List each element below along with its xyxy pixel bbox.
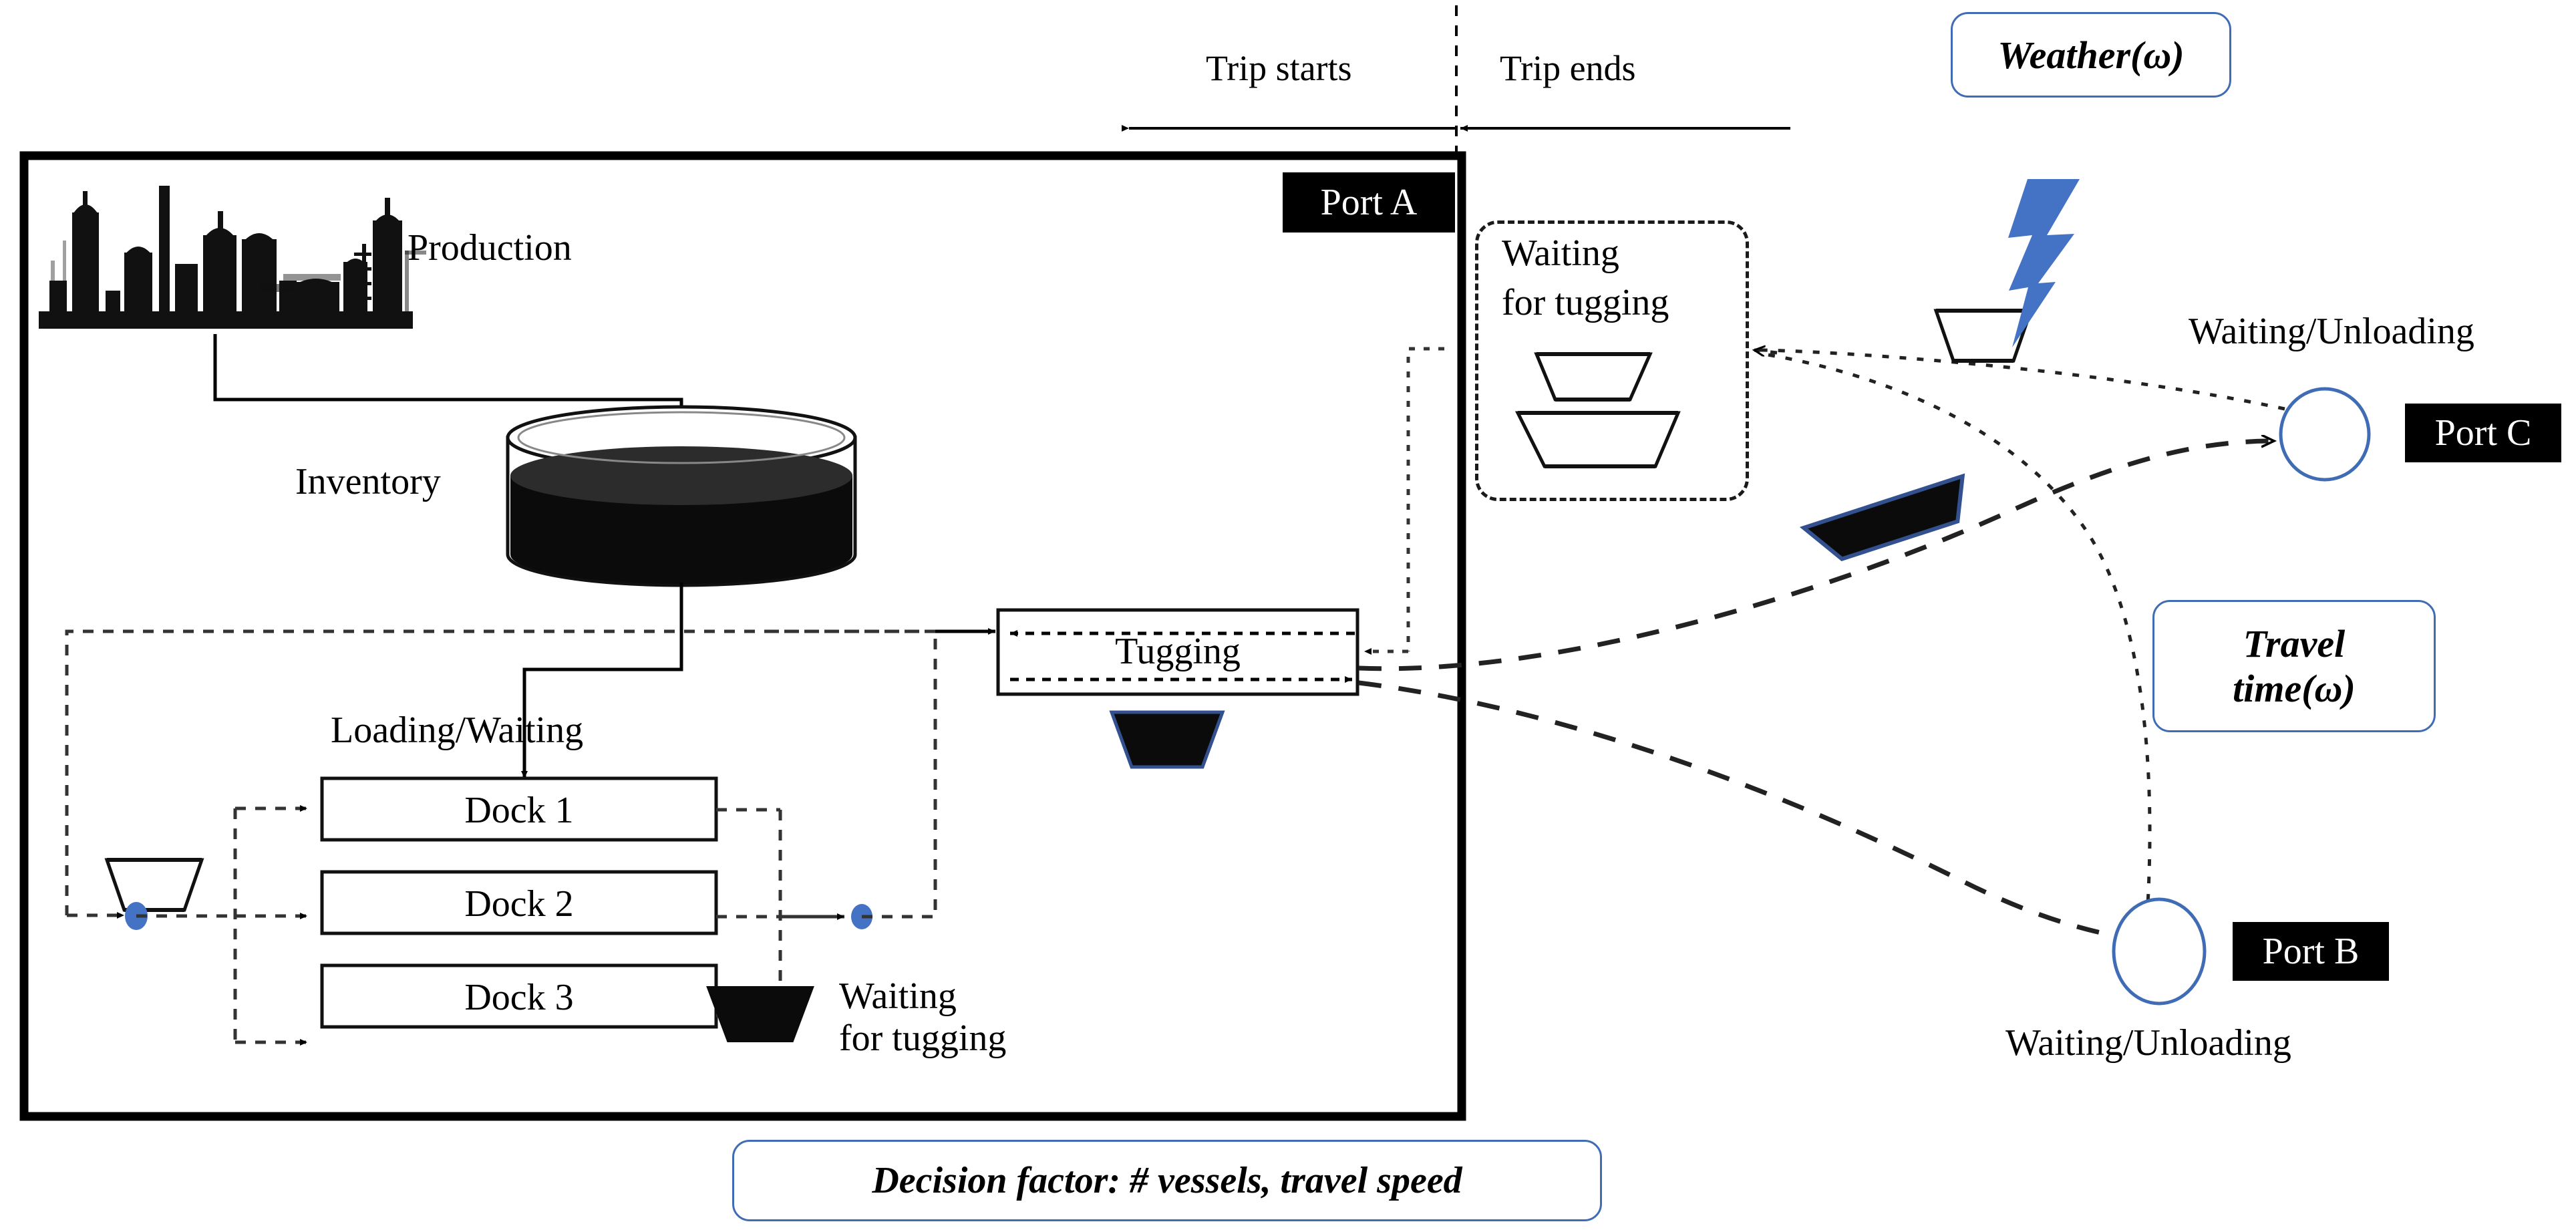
- vessel-loaded-icon-tugging: [1109, 710, 1225, 769]
- trip-starts-label: Trip starts: [1206, 48, 1352, 88]
- production-to-inventory-connector: [213, 334, 685, 418]
- waiting-box-line1: Waiting: [1502, 233, 1619, 274]
- vessel-loaded-icon-dock3: [706, 986, 814, 1042]
- storage-tank-icon: [506, 405, 857, 587]
- decision-factor-box: Decision factor: # vessels, travel speed: [732, 1140, 1602, 1221]
- production-label: Production: [408, 227, 572, 269]
- diagram-canvas: Trip starts Trip ends Port A Production …: [0, 0, 2576, 1232]
- route-to-port-b: [1358, 680, 2144, 941]
- vessel-empty-icon-left: [104, 858, 204, 912]
- port-a-label: Port A: [1283, 172, 1455, 233]
- port-c-status-label: Waiting/Unloading: [2189, 311, 2474, 352]
- port-b-node: [2112, 897, 2207, 1006]
- trip-ends-label: Trip ends: [1500, 48, 1636, 88]
- weather-uncertainty-box: Weather(ω): [1951, 12, 2231, 98]
- port-b-label: Port B: [2233, 922, 2389, 981]
- travel-time-uncertainty-box: Travel time(ω): [2152, 600, 2436, 732]
- dock-2-label: Dock 2: [464, 883, 574, 925]
- waiting-box-vessels: [1514, 352, 1681, 468]
- decision-factor-label: Decision factor: # vessels, travel speed: [872, 1160, 1462, 1201]
- travel-time-line1: Travel: [2243, 622, 2346, 665]
- arrived-to-tugging-path: [1364, 347, 1444, 655]
- dock-waiting-for-tugging-label: Waiting for tugging: [839, 975, 1007, 1059]
- tugging-label: Tugging: [1115, 631, 1241, 672]
- vessel-loaded-icon-transit: [1799, 473, 1965, 561]
- port-b-status-label: Waiting/Unloading: [2005, 1022, 2291, 1064]
- waiting-box-line2: for tugging: [1502, 282, 1669, 323]
- travel-time-line2: time(ω): [2233, 667, 2356, 710]
- dock-feed-paths: [136, 805, 307, 1046]
- dock-1-label: Dock 1: [464, 790, 574, 831]
- inventory-label: Inventory: [295, 461, 441, 502]
- port-c-node: [2279, 387, 2371, 482]
- port-c-label: Port C: [2405, 404, 2561, 462]
- loading-waiting-label: Loading/Waiting: [331, 710, 584, 751]
- travel-routes: [1358, 441, 2274, 941]
- junction-to-tugging-path: [768, 629, 982, 919]
- weather-label: Weather(ω): [1997, 33, 2185, 77]
- return-from-port-c: [1763, 348, 2285, 411]
- dock-3-label: Dock 3: [464, 977, 574, 1018]
- return-from-port-b: [1763, 352, 2152, 936]
- factory-icon: [39, 186, 426, 329]
